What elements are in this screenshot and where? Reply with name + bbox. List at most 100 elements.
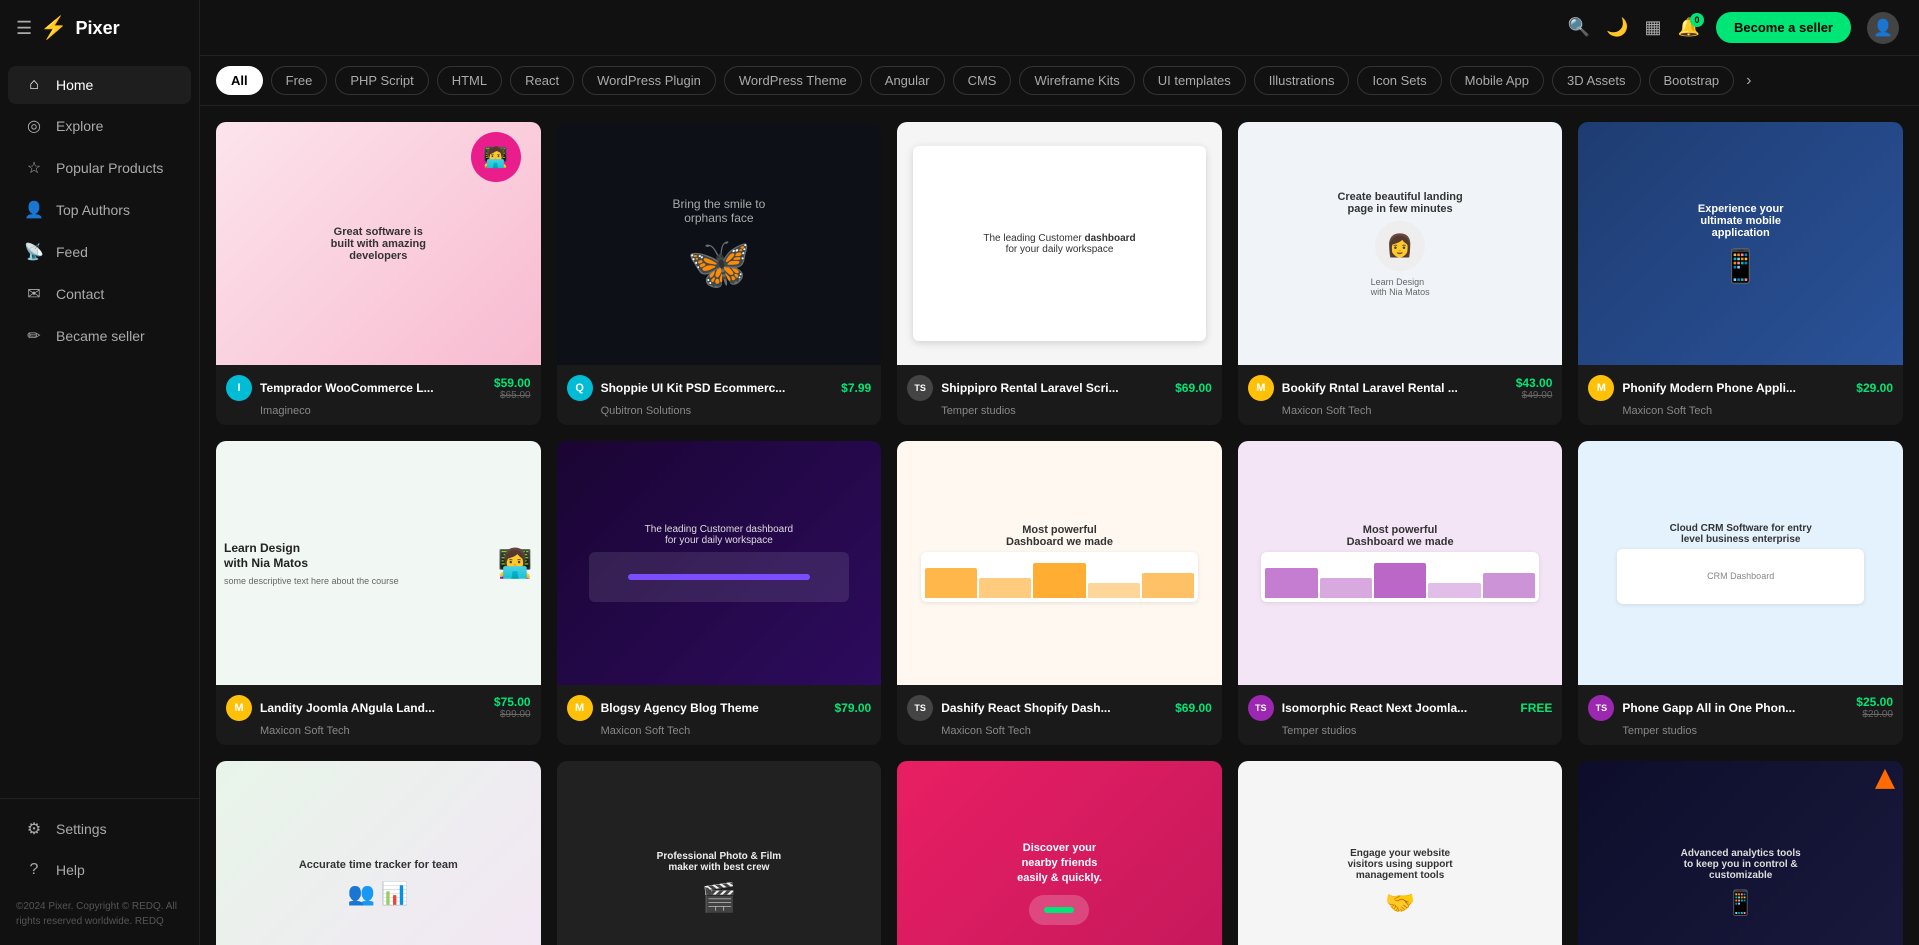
seller-name: Temper studios xyxy=(941,405,1212,417)
price-block: $79.00 xyxy=(834,701,871,715)
current-price: $29.00 xyxy=(1856,381,1893,395)
sidebar-item-popular[interactable]: ☆ Popular Products xyxy=(8,148,191,188)
product-card[interactable]: Experience yourultimate mobileapplicatio… xyxy=(1578,122,1903,425)
card-title: Phonify Modern Phone Appli... xyxy=(1622,381,1848,395)
filter-tab-mobile-app[interactable]: Mobile App xyxy=(1450,66,1544,95)
logo-icon: ⚡ xyxy=(40,15,67,41)
product-card[interactable]: The leading Customer dashboardfor your d… xyxy=(897,122,1222,425)
price-block: $7.99 xyxy=(841,381,871,395)
logo-text: Pixer xyxy=(76,18,120,39)
product-card[interactable]: The leading Customer dashboardfor your d… xyxy=(557,441,882,744)
grid-icon[interactable]: ▦ xyxy=(1645,17,1662,38)
current-price: $75.00 xyxy=(494,695,531,709)
product-card[interactable]: Most powerfulDashboard we made xyxy=(1238,441,1563,744)
sidebar-item-contact[interactable]: ✉ Contact xyxy=(8,274,191,314)
product-card[interactable]: Create beautiful landingpage in few minu… xyxy=(1238,122,1563,425)
filter-tab-php[interactable]: PHP Script xyxy=(335,66,428,95)
sidebar-item-settings[interactable]: ⚙ Settings xyxy=(8,809,191,849)
filter-tab-wp-plugin[interactable]: WordPress Plugin xyxy=(582,66,716,95)
filter-tab-bootstrap[interactable]: Bootstrap xyxy=(1649,66,1735,95)
filter-tab-wireframe[interactable]: Wireframe Kits xyxy=(1019,66,1134,95)
product-card[interactable]: Learn Designwith Nia Matos some descript… xyxy=(216,441,541,744)
price-block: FREE xyxy=(1520,701,1552,715)
dark-mode-icon[interactable]: 🌙 xyxy=(1606,17,1628,38)
filter-tab-icon-sets[interactable]: Icon Sets xyxy=(1357,66,1441,95)
sidebar-item-label: Popular Products xyxy=(56,160,163,176)
filter-tab-free[interactable]: Free xyxy=(271,66,328,95)
seller-name: Temper studios xyxy=(1622,725,1893,737)
seller-name: Maxicon Soft Tech xyxy=(601,725,872,737)
header-icons: 🔍 🌙 ▦ 🔔 0 Become a seller 👤 xyxy=(1568,12,1899,44)
product-card[interactable]: Most powerfulDashboard we made xyxy=(897,441,1222,744)
filter-tab-react[interactable]: React xyxy=(510,66,574,95)
card-thumbnail: The leading Customer dashboardfor your d… xyxy=(557,441,882,684)
notification-icon[interactable]: 🔔 0 xyxy=(1678,17,1700,38)
filter-tab-3d-assets[interactable]: 3D Assets xyxy=(1552,66,1641,95)
user-avatar[interactable]: 👤 xyxy=(1867,12,1899,44)
seller-name: Imagineco xyxy=(260,405,531,417)
card-title: Isomorphic React Next Joomla... xyxy=(1282,701,1513,715)
product-card[interactable]: Professional Photo & Filmmaker with best… xyxy=(557,761,882,945)
product-card[interactable]: Great software isbuilt with amazingdevel… xyxy=(216,122,541,425)
authors-icon: 👤 xyxy=(24,200,44,220)
sidebar-item-label: Home xyxy=(56,77,93,93)
card-info: TS Phone Gapp All in One Phon... $25.00 … xyxy=(1578,685,1903,745)
current-price: FREE xyxy=(1520,701,1552,715)
filter-tab-angular[interactable]: Angular xyxy=(870,66,945,95)
current-price: $79.00 xyxy=(834,701,871,715)
search-icon[interactable]: 🔍 xyxy=(1568,17,1590,38)
filter-tab-illustrations[interactable]: Illustrations xyxy=(1254,66,1350,95)
card-info: M Landity Joomla ANgula Land... $75.00 $… xyxy=(216,685,541,745)
filter-tab-cms[interactable]: CMS xyxy=(953,66,1012,95)
price-block: $59.00 $65.00 xyxy=(494,376,531,401)
hamburger-icon[interactable]: ☰ xyxy=(16,18,32,39)
sidebar-item-explore[interactable]: ◎ Explore xyxy=(8,106,191,146)
filter-tab-wp-theme[interactable]: WordPress Theme xyxy=(724,66,862,95)
product-card[interactable]: Advanced analytics toolsto keep you in c… xyxy=(1578,761,1903,945)
filter-tab-ui-templates[interactable]: UI templates xyxy=(1143,66,1246,95)
sidebar-item-authors[interactable]: 👤 Top Authors xyxy=(8,190,191,230)
product-card[interactable]: Accurate time tracker for team 👥 📊 T Acc… xyxy=(216,761,541,945)
sidebar-item-help[interactable]: ? Help xyxy=(8,851,191,889)
filter-next-arrow[interactable]: › xyxy=(1746,72,1751,90)
original-price: $65.00 xyxy=(500,390,531,401)
current-price: $59.00 xyxy=(494,376,531,390)
price-block: $75.00 $99.00 xyxy=(494,695,531,720)
card-thumbnail: Engage your websitevisitors using suppor… xyxy=(1238,761,1563,945)
seller-avatar: TS xyxy=(1248,695,1274,721)
card-thumbnail: Advanced analytics toolsto keep you in c… xyxy=(1578,761,1903,945)
product-card[interactable]: Engage your websitevisitors using suppor… xyxy=(1238,761,1563,945)
filter-tab-html[interactable]: HTML xyxy=(437,66,502,95)
card-thumbnail: Professional Photo & Filmmaker with best… xyxy=(557,761,882,945)
card-info: I Temprador WooCommerce L... $59.00 $65.… xyxy=(216,365,541,425)
sidebar-item-seller[interactable]: ✏ Became seller xyxy=(8,316,191,356)
popular-icon: ☆ xyxy=(24,158,44,178)
price-block: $69.00 xyxy=(1175,701,1212,715)
price-block: $25.00 $29.00 xyxy=(1856,695,1893,720)
original-price: $49.00 xyxy=(1522,390,1553,401)
card-info: M Bookify Rntal Laravel Rental ... $43.0… xyxy=(1238,365,1563,425)
seller-avatar: M xyxy=(567,695,593,721)
card-title: Landity Joomla ANgula Land... xyxy=(260,701,486,715)
become-seller-button[interactable]: Become a seller xyxy=(1716,12,1851,43)
sidebar-bottom: ⚙ Settings ? Help ©2024 Pixer. Copyright… xyxy=(0,798,199,945)
seller-avatar: Q xyxy=(567,375,593,401)
top-header: 🔍 🌙 ▦ 🔔 0 Become a seller 👤 xyxy=(200,0,1919,56)
filter-bar: All Free PHP Script HTML React WordPress… xyxy=(200,56,1919,106)
card-title: Shippipro Rental Laravel Scri... xyxy=(941,381,1167,395)
sidebar-item-home[interactable]: ⌂ Home xyxy=(8,66,191,104)
sidebar: ☰ ⚡ Pixer ⌂ Home ◎ Explore ☆ Popular Pro… xyxy=(0,0,200,945)
current-price: $69.00 xyxy=(1175,701,1212,715)
main-content: 🔍 🌙 ▦ 🔔 0 Become a seller 👤 All Free PHP… xyxy=(200,0,1919,945)
product-card[interactable]: Bring the smile toorphans face 🦋 Q Shopp… xyxy=(557,122,882,425)
seller-name: Maxicon Soft Tech xyxy=(1622,405,1893,417)
product-card[interactable]: Discover yournearby friendseasily & quic… xyxy=(897,761,1222,945)
card-title: Dashify React Shopify Dash... xyxy=(941,701,1167,715)
seller-avatar: TS xyxy=(907,695,933,721)
card-info: TS Shippipro Rental Laravel Scri... $69.… xyxy=(897,365,1222,425)
sidebar-item-feed[interactable]: 📡 Feed xyxy=(8,232,191,272)
product-card[interactable]: Cloud CRM Software for entrylevel busine… xyxy=(1578,441,1903,744)
seller-avatar: I xyxy=(226,375,252,401)
card-thumbnail: Most powerfulDashboard we made xyxy=(1238,441,1563,684)
filter-tab-all[interactable]: All xyxy=(216,66,263,95)
